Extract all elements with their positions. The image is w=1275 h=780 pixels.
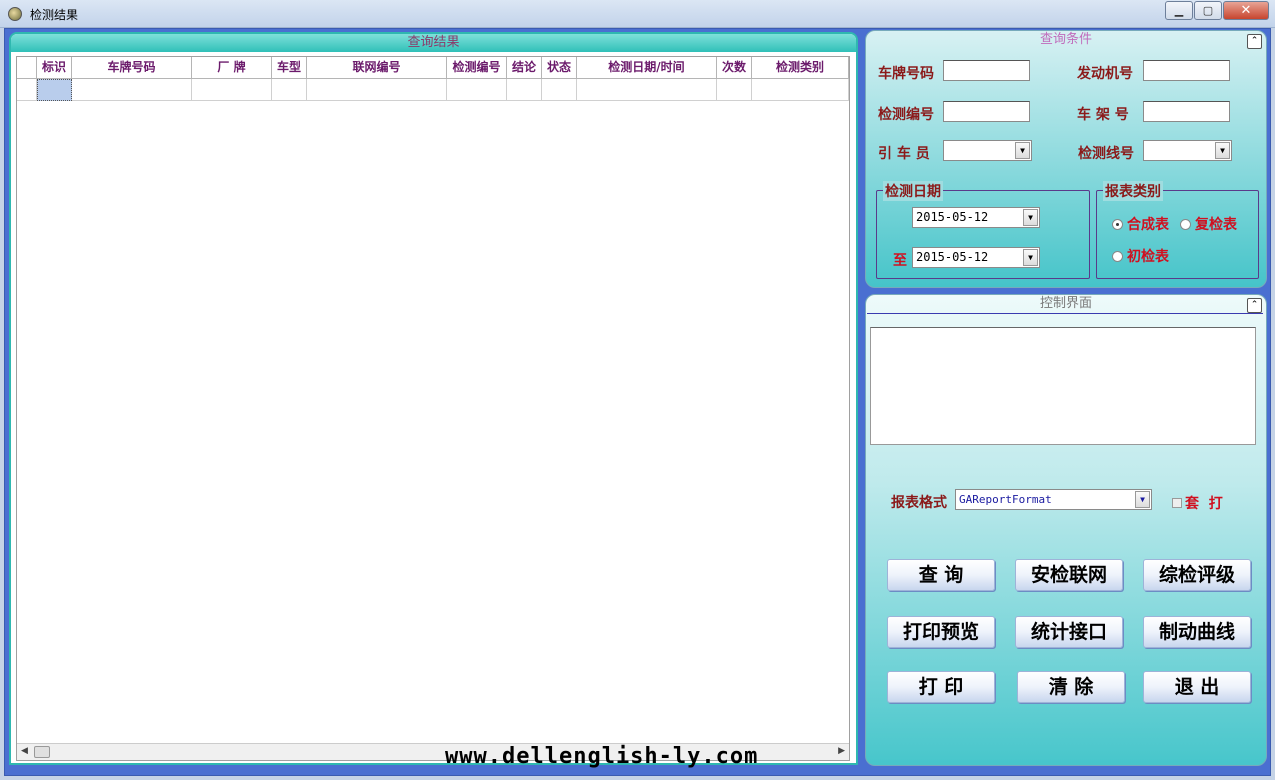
radio-label: 初检表: [1127, 249, 1169, 265]
table-cell[interactable]: [72, 79, 192, 101]
engine-input[interactable]: [1143, 60, 1230, 81]
table-cell-selected[interactable]: [37, 79, 72, 101]
table-cell[interactable]: [717, 79, 752, 101]
control-panel-title: 控制界面: [1039, 296, 1092, 311]
column-header[interactable]: 次数: [717, 57, 752, 79]
report-format-select[interactable]: GAReportFormat ▼: [955, 489, 1152, 510]
report-format-label: 报表格式: [891, 495, 947, 511]
grid-header-row: 标识 车牌号码 厂 牌 车型 联网编号 检测编号 结论 状态 检测日期/时间 次…: [17, 57, 849, 79]
frame-input[interactable]: [1143, 101, 1230, 122]
column-header[interactable]: 检测编号: [447, 57, 507, 79]
table-cell[interactable]: [272, 79, 307, 101]
results-grid[interactable]: 标识 车牌号码 厂 牌 车型 联网编号 检测编号 结论 状态 检测日期/时间 次…: [16, 56, 850, 761]
scroll-thumb[interactable]: [34, 746, 50, 758]
radio-label: 合成表: [1127, 217, 1169, 233]
query-button[interactable]: 查 询: [887, 559, 995, 591]
column-header[interactable]: 厂 牌: [192, 57, 272, 79]
table-cell[interactable]: [447, 79, 507, 101]
set-print-checkbox[interactable]: 套 打: [1172, 493, 1223, 513]
column-header[interactable]: 检测类别: [752, 57, 849, 79]
table-cell[interactable]: [192, 79, 272, 101]
column-header[interactable]: 车型: [272, 57, 307, 79]
scroll-right-icon[interactable]: ▶: [838, 746, 845, 756]
column-header[interactable]: 车牌号码: [72, 57, 192, 79]
clear-button[interactable]: 清 除: [1017, 671, 1125, 703]
chevron-down-icon[interactable]: ▼: [1023, 209, 1038, 226]
message-box[interactable]: [870, 327, 1256, 445]
date-group-title: 检测日期: [883, 181, 943, 201]
column-header[interactable]: 联网编号: [307, 57, 447, 79]
statistics-interface-button[interactable]: 统计接口: [1015, 616, 1123, 648]
close-icon[interactable]: ✕: [1223, 1, 1269, 20]
radio-off-icon[interactable]: [1112, 250, 1123, 262]
table-cell[interactable]: [752, 79, 849, 101]
test-no-input[interactable]: [943, 101, 1030, 122]
rating-button[interactable]: 综检评级: [1143, 559, 1251, 591]
set-print-label: 套 打: [1185, 496, 1223, 512]
date-to-picker[interactable]: 2015-05-12 ▼: [912, 247, 1040, 268]
window-controls: ▁ ▢ ✕: [1164, 1, 1269, 20]
query-panel-title: 查询条件: [1039, 32, 1092, 47]
radio-off-icon[interactable]: [1180, 218, 1191, 230]
maximize-icon[interactable]: ▢: [1194, 1, 1222, 20]
brake-curve-button[interactable]: 制动曲线: [1143, 616, 1251, 648]
watermark-text: www.dellenglish-ly.com: [445, 744, 759, 769]
line-select[interactable]: ▼: [1143, 140, 1232, 161]
to-label: 至: [893, 253, 907, 269]
date-from-value: 2015-05-12: [916, 210, 989, 224]
engine-label: 发动机号: [1077, 66, 1133, 82]
title-bar: 检测结果 ▁ ▢ ✕: [0, 0, 1275, 28]
row-indicator-header: [17, 57, 37, 79]
plate-label: 车牌号码: [878, 66, 934, 82]
checkbox-icon[interactable]: [1172, 498, 1182, 508]
test-no-label: 检测编号: [878, 107, 934, 123]
report-format-value: GAReportFormat: [959, 493, 1052, 506]
collapse-up-icon[interactable]: ⌃: [1247, 34, 1262, 49]
divider: [867, 313, 1263, 314]
table-cell[interactable]: [577, 79, 717, 101]
column-header[interactable]: 结论: [507, 57, 542, 79]
collapse-up-icon[interactable]: ⌃: [1247, 298, 1262, 313]
driver-select[interactable]: ▼: [943, 140, 1032, 161]
app-icon: [8, 7, 22, 21]
chevron-down-icon[interactable]: ▼: [1135, 491, 1150, 508]
results-header: 查询结果: [11, 34, 856, 52]
row-indicator[interactable]: [17, 79, 37, 101]
table-row[interactable]: [17, 79, 849, 101]
line-label: 检测线号: [1078, 146, 1134, 162]
radio-label: 复检表: [1195, 217, 1237, 233]
results-panel: 查询结果 标识 车牌号码 厂 牌 车型 联网编号 检测编号 结论 状态 检测日期…: [9, 32, 858, 765]
plate-input[interactable]: [943, 60, 1030, 81]
frame-label: 车 架 号: [1077, 107, 1129, 123]
radio-initial[interactable]: 初检表: [1112, 246, 1169, 266]
driver-label: 引 车 员: [878, 146, 930, 162]
radio-on-icon[interactable]: [1112, 218, 1123, 230]
date-to-value: 2015-05-12: [916, 250, 989, 264]
column-header[interactable]: 检测日期/时间: [577, 57, 717, 79]
window-title: 检测结果: [30, 8, 79, 22]
minimize-icon[interactable]: ▁: [1165, 1, 1193, 20]
radio-recheck[interactable]: 复检表: [1180, 214, 1237, 234]
column-header[interactable]: 标识: [37, 57, 72, 79]
radio-composite[interactable]: 合成表: [1112, 214, 1169, 234]
column-header[interactable]: 状态: [542, 57, 577, 79]
chevron-down-icon[interactable]: ▼: [1023, 249, 1038, 266]
table-cell[interactable]: [307, 79, 447, 101]
print-preview-button[interactable]: 打印预览: [887, 616, 995, 648]
exit-button[interactable]: 退 出: [1143, 671, 1251, 703]
chevron-down-icon[interactable]: ▼: [1015, 142, 1030, 159]
table-cell[interactable]: [507, 79, 542, 101]
table-cell[interactable]: [542, 79, 577, 101]
date-from-picker[interactable]: 2015-05-12 ▼: [912, 207, 1040, 228]
safety-network-button[interactable]: 安检联网: [1015, 559, 1123, 591]
print-button[interactable]: 打 印: [887, 671, 995, 703]
scroll-left-icon[interactable]: ◀: [21, 746, 28, 756]
report-type-group-title: 报表类别: [1103, 181, 1163, 201]
chevron-down-icon[interactable]: ▼: [1215, 142, 1230, 159]
